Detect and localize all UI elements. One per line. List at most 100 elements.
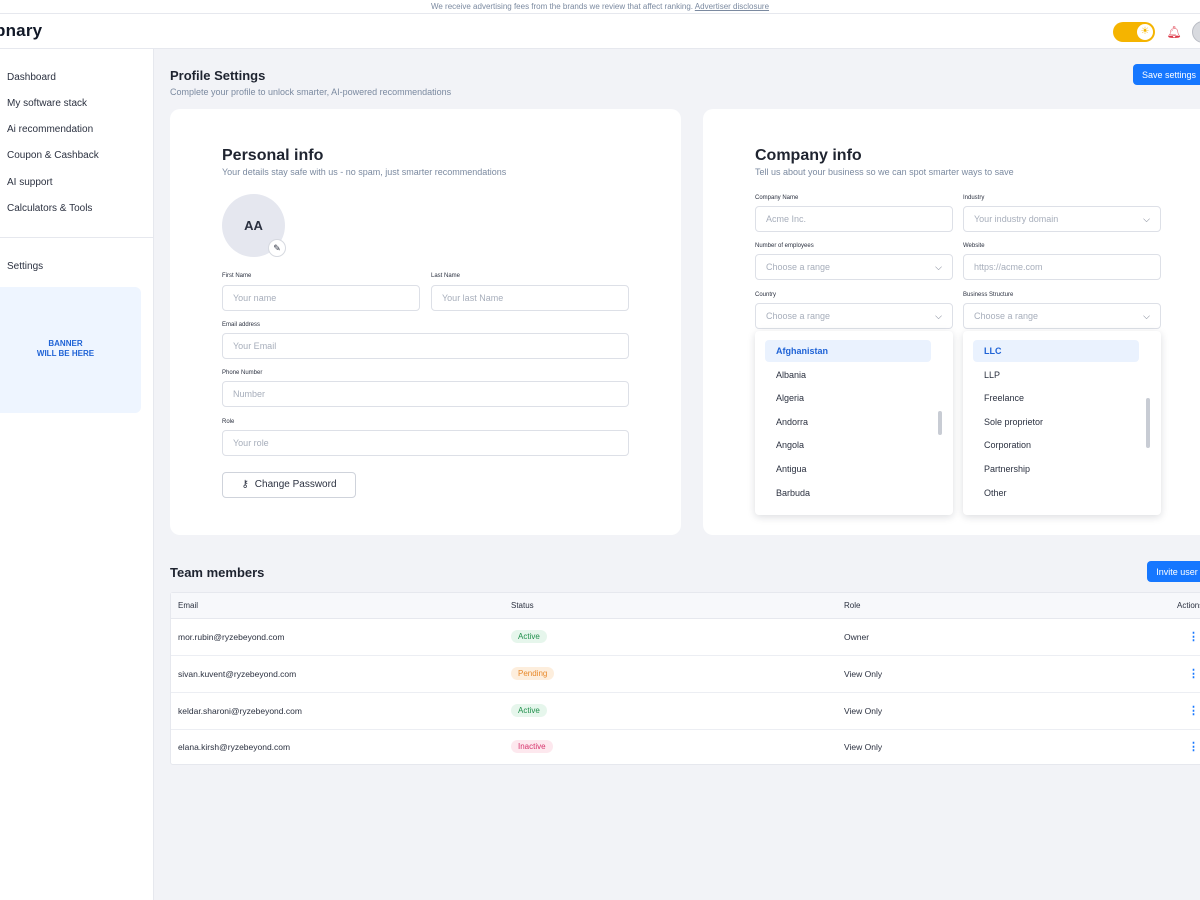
email-input[interactable]: Your Email [222,333,629,359]
country-option[interactable]: Algeria [765,387,931,409]
team-members-title: Team members [170,565,265,580]
company-info-card: Company info Tell us about your business… [703,109,1200,535]
country-option[interactable]: Antigua [765,458,931,480]
table-row: sivan.kuvent@ryzebeyond.com Pending View… [171,656,1200,693]
industry-label: Industry [963,195,985,201]
last-name-label: Last Name [431,273,461,279]
sidebar-item-ai-recommendation[interactable]: Ai recommendation [7,124,93,135]
bell-icon[interactable]: 🔔︎ [1166,24,1182,40]
more-actions-icon[interactable]: ⋮ [1188,740,1199,753]
structure-option[interactable]: Partnership [973,458,1139,480]
more-actions-icon[interactable]: ⋮ [1188,630,1199,643]
column-role: Role [844,601,861,610]
country-select[interactable]: Choose a range ⌵ [755,303,953,329]
banner-placeholder: BANNER WILL BE HERE [0,287,141,413]
sidebar: Dashboard My software stack Ai recommend… [0,49,154,900]
employees-value: Choose a range [766,262,831,272]
website-input[interactable]: https://acme.com [963,254,1161,280]
change-password-button[interactable]: ⚷ Change Password [222,472,356,498]
status-badge: Active [511,630,547,643]
member-role: View Only [844,669,883,679]
banner-line-2: WILL BE HERE [36,349,95,358]
company-info-subtitle: Tell us about your business so we can sp… [755,167,1014,177]
top-header: pnary ☀ 🔔︎ [0,14,1200,49]
user-avatar[interactable] [1192,21,1200,43]
structure-option[interactable]: LLC [973,340,1139,362]
column-actions: Actions [1177,601,1200,610]
structure-dropdown-scrollbar[interactable] [1146,398,1150,448]
save-settings-button[interactable]: Save settings [1133,64,1200,85]
industry-select[interactable]: Your industry domain ⌵ [963,206,1161,232]
advertiser-disclosure-bar: We receive advertising fees from the bra… [0,0,1200,14]
disclosure-text: We receive advertising fees from the bra… [430,2,694,11]
role-input[interactable]: Your role [222,430,629,456]
structure-label: Business Structure [963,292,1014,298]
company-name-input[interactable]: Acme Inc. [755,206,953,232]
table-header: Email Status Role Actions [171,593,1200,619]
member-email: mor.rubin@ryzebeyond.com [178,632,285,642]
structure-option[interactable]: Corporation [973,434,1139,456]
member-email: sivan.kuvent@ryzebeyond.com [178,669,297,679]
team-members-table: Email Status Role Actions mor.rubin@ryze… [170,592,1200,765]
website-label: Website [963,243,985,249]
sun-icon: ☀ [1137,24,1153,40]
last-name-input[interactable]: Your last Name [431,285,629,311]
member-email: elana.kirsh@ryzebeyond.com [178,742,291,752]
chevron-down-icon: ⌵ [1143,311,1150,321]
column-status: Status [511,601,534,610]
first-name-label: First Name [222,273,252,279]
invite-user-button[interactable]: Invite user [1147,561,1200,582]
logo[interactable]: pnary [0,21,42,41]
sidebar-item-ai-support[interactable]: AI support [7,177,53,188]
theme-toggle[interactable]: ☀ [1113,22,1155,42]
personal-info-subtitle: Your details stay safe with us - no spam… [222,167,507,177]
change-password-label: Change Password [254,479,337,490]
country-option[interactable]: Albania [765,364,931,386]
structure-dropdown: LLC LLP Freelance Sole proprietor Corpor… [963,331,1161,515]
country-option[interactable]: Barbuda [765,482,931,504]
sidebar-item-settings[interactable]: Settings [7,261,43,272]
sidebar-item-software-stack[interactable]: My software stack [7,98,87,109]
company-info-title: Company info [755,147,862,164]
more-actions-icon[interactable]: ⋮ [1188,704,1199,717]
country-dropdown-scrollbar[interactable] [938,411,942,435]
sidebar-item-calculators-tools[interactable]: Calculators & Tools [7,203,92,214]
chevron-down-icon: ⌵ [935,262,942,272]
structure-select[interactable]: Choose a range ⌵ [963,303,1161,329]
key-icon: ⚷ [241,479,249,490]
personal-info-card: Personal info Your details stay safe wit… [170,109,681,535]
first-name-input[interactable]: Your name [222,285,420,311]
phone-label: Phone Number [222,370,263,376]
country-option[interactable]: Afghanistan [765,340,931,362]
personal-info-title: Personal info [222,147,324,164]
structure-option[interactable]: Sole proprietor [973,411,1139,433]
column-email: Email [178,601,199,610]
structure-option[interactable]: Freelance [973,387,1139,409]
country-value: Choose a range [766,311,831,321]
email-label: Email address [222,322,261,328]
structure-option[interactable]: Other [973,482,1139,504]
banner-line-1: BANNER [48,339,83,348]
chevron-down-icon: ⌵ [935,311,942,321]
sidebar-item-dashboard[interactable]: Dashboard [7,72,56,83]
country-option[interactable]: Angola [765,434,931,456]
advertiser-disclosure-link[interactable]: Advertiser disclosure [695,2,769,11]
employees-select[interactable]: Choose a range ⌵ [755,254,953,280]
country-dropdown: Afghanistan Albania Algeria Andorra Ango… [755,331,953,515]
member-role: View Only [844,742,883,752]
table-row: mor.rubin@ryzebeyond.com Active Owner ⋮ [171,619,1200,656]
country-option[interactable]: Andorra [765,411,931,433]
member-role: Owner [844,632,870,642]
page-subtitle: Complete your profile to unlock smarter,… [170,87,452,97]
member-role: View Only [844,706,883,716]
more-actions-icon[interactable]: ⋮ [1188,667,1199,680]
edit-pencil-icon[interactable]: ✎ [268,239,286,257]
sidebar-divider [0,237,154,238]
table-row: elana.kirsh@ryzebeyond.com Inactive View… [171,729,1200,766]
status-badge: Pending [511,667,555,680]
sidebar-item-coupon-cashback[interactable]: Coupon & Cashback [7,150,99,161]
company-name-label: Company Name [755,195,799,201]
phone-input[interactable]: Number [222,381,629,407]
employees-label: Number of employees [755,243,814,249]
structure-option[interactable]: LLP [973,364,1139,386]
